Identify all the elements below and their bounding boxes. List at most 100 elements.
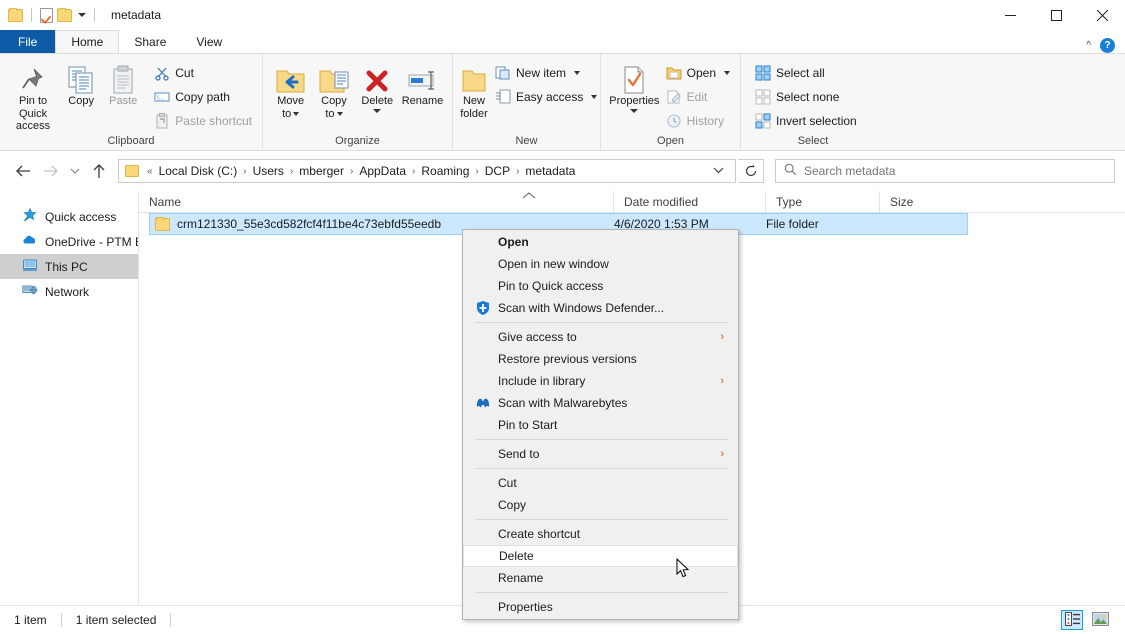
- sidebar-item-this-pc[interactable]: This PC: [0, 254, 138, 279]
- maximize-button[interactable]: [1033, 0, 1079, 30]
- breadcrumb-item-users[interactable]: Users: [250, 164, 287, 178]
- chevron-down-icon[interactable]: [706, 165, 731, 177]
- menu-item-give-access-to[interactable]: Give access to ›: [463, 326, 738, 348]
- button-label: Cut: [175, 66, 194, 80]
- delete-button[interactable]: Delete: [356, 58, 399, 113]
- menu-separator: [475, 322, 728, 323]
- properties-button[interactable]: Properties: [607, 58, 662, 113]
- menu-item-properties[interactable]: Properties: [463, 596, 738, 618]
- sidebar-item-onedrive[interactable]: OneDrive - PTM E: [0, 229, 138, 254]
- help-icon[interactable]: ?: [1100, 38, 1115, 53]
- sidebar-item-quick-access[interactable]: Quick access: [0, 204, 138, 229]
- menu-item-delete[interactable]: Delete: [463, 545, 738, 567]
- chevron-right-icon[interactable]: ›: [287, 166, 296, 177]
- ribbon-group-organize: Move to Copy to Delete Rename Organize: [262, 54, 452, 150]
- menu-item-cut[interactable]: Cut: [463, 472, 738, 494]
- tab-home[interactable]: Home: [55, 30, 120, 53]
- menu-item-restore-previous-versions[interactable]: Restore previous versions: [463, 348, 738, 370]
- menu-item-open-in-new-window[interactable]: Open in new window: [463, 253, 738, 275]
- copy-button[interactable]: Copy: [60, 58, 102, 108]
- ribbon-group-select: Select all Select none Invert selection …: [740, 54, 885, 150]
- easy-access-button[interactable]: Easy access: [493, 86, 601, 108]
- properties-icon[interactable]: [40, 7, 53, 23]
- open-button[interactable]: Open: [664, 62, 734, 84]
- chevron-right-icon[interactable]: ›: [240, 166, 249, 177]
- chevron-right-icon[interactable]: ›: [472, 166, 481, 177]
- column-header-size[interactable]: Size: [879, 190, 957, 213]
- close-button[interactable]: [1079, 0, 1125, 30]
- chevron-up-icon[interactable]: ^: [1086, 40, 1091, 51]
- folder-icon[interactable]: [8, 7, 23, 22]
- rename-button[interactable]: Rename: [399, 58, 446, 108]
- tab-share[interactable]: Share: [119, 30, 181, 53]
- paste-button[interactable]: Paste: [102, 58, 144, 108]
- refresh-button[interactable]: [738, 159, 764, 183]
- minimize-button[interactable]: [987, 0, 1033, 30]
- divider: [94, 8, 95, 22]
- edit-button[interactable]: Edit: [664, 86, 734, 108]
- view-toggle-buttons: [1061, 610, 1111, 630]
- menu-item-label: Send to: [498, 447, 540, 461]
- search-input[interactable]: [804, 164, 1106, 178]
- chevron-down-icon: [591, 95, 598, 99]
- select-none-button[interactable]: Select none: [753, 86, 861, 108]
- search-box[interactable]: [775, 159, 1115, 183]
- menu-item-send-to[interactable]: Send to ›: [463, 443, 738, 465]
- group-title: Open: [657, 135, 684, 147]
- column-header-date-modified[interactable]: Date modified: [613, 190, 765, 213]
- menu-item-rename[interactable]: Rename: [463, 567, 738, 589]
- breadcrumb-item-appdata[interactable]: AppData: [356, 164, 409, 178]
- breadcrumb[interactable]: « Local Disk (C:) › Users › mberger › Ap…: [118, 159, 736, 183]
- select-all-button[interactable]: Select all: [753, 62, 861, 84]
- menu-item-include-in-library[interactable]: Include in library ›: [463, 370, 738, 392]
- breadcrumb-item-roaming[interactable]: Roaming: [418, 164, 472, 178]
- column-header-type[interactable]: Type: [765, 190, 879, 213]
- invert-selection-button[interactable]: Invert selection: [753, 110, 861, 132]
- new-folder-button[interactable]: New folder: [459, 58, 489, 120]
- tab-view[interactable]: View: [181, 30, 237, 53]
- recent-locations-button[interactable]: [66, 158, 84, 184]
- mouse-cursor: [676, 557, 690, 582]
- pin-icon: [20, 61, 46, 95]
- chevron-down-icon[interactable]: [78, 13, 86, 17]
- move-to-button[interactable]: Move to: [269, 58, 312, 120]
- menu-item-copy[interactable]: Copy: [463, 494, 738, 516]
- large-icons-view-button[interactable]: [1089, 610, 1111, 630]
- tab-file[interactable]: File: [0, 30, 56, 53]
- paste-shortcut-icon: [154, 113, 170, 129]
- breadcrumb-item-local-disk[interactable]: Local Disk (C:): [156, 164, 241, 178]
- sidebar-item-network[interactable]: Network: [0, 279, 138, 304]
- breadcrumb-item-dcp[interactable]: DCP: [482, 164, 513, 178]
- forward-button[interactable]: [38, 158, 64, 184]
- menu-item-scan-with-windows-defender[interactable]: Scan with Windows Defender...: [463, 297, 738, 319]
- breadcrumb-overflow[interactable]: «: [144, 166, 156, 177]
- chevron-down-icon: [630, 108, 639, 113]
- copy-to-button[interactable]: Copy to: [312, 58, 355, 120]
- new-item-button[interactable]: New item: [493, 62, 601, 84]
- details-view-button[interactable]: [1061, 610, 1083, 630]
- menu-item-open[interactable]: Open: [463, 231, 738, 253]
- move-to-icon: [275, 61, 307, 95]
- copy-path-button[interactable]: \... Copy path: [152, 86, 256, 108]
- sidebar-item-label: Network: [45, 284, 90, 299]
- paste-shortcut-button[interactable]: Paste shortcut: [152, 110, 256, 132]
- cut-button[interactable]: Cut: [152, 62, 256, 84]
- breadcrumb-item-mberger[interactable]: mberger: [296, 164, 347, 178]
- menu-item-scan-with-malwarebytes[interactable]: Scan with Malwarebytes: [463, 392, 738, 414]
- button-label: Copy: [68, 95, 94, 107]
- folder-icon[interactable]: [57, 7, 72, 22]
- menu-item-create-shortcut[interactable]: Create shortcut: [463, 523, 738, 545]
- history-button[interactable]: History: [664, 110, 734, 132]
- back-button[interactable]: [10, 158, 36, 184]
- menu-item-pin-to-start[interactable]: Pin to Start: [463, 414, 738, 436]
- chevron-right-icon[interactable]: ›: [513, 166, 522, 177]
- chevron-right-icon[interactable]: ›: [409, 166, 418, 177]
- breadcrumb-item-metadata[interactable]: metadata: [522, 164, 578, 178]
- up-button[interactable]: [86, 158, 112, 184]
- chevron-right-icon[interactable]: ›: [347, 166, 356, 177]
- menu-item-pin-to-quick-access[interactable]: Pin to Quick access: [463, 275, 738, 297]
- pin-to-quick-access-button[interactable]: Pin to Quick access: [6, 58, 60, 133]
- menu-separator: [475, 592, 728, 593]
- column-header-name[interactable]: Name: [139, 191, 613, 213]
- menu-item-label: Copy: [498, 498, 527, 512]
